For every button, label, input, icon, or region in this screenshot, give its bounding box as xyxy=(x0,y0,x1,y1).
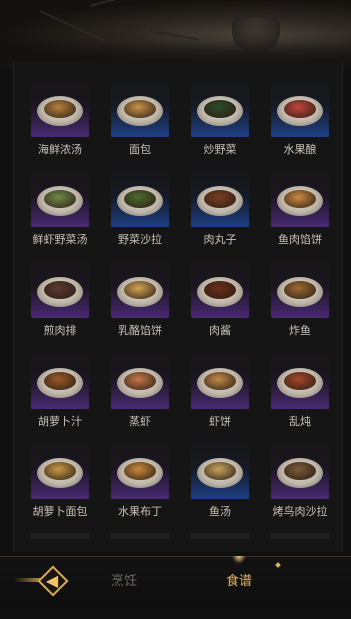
back-button-trail xyxy=(14,578,40,582)
dish-food xyxy=(124,190,156,208)
tree-branch xyxy=(39,10,104,42)
recipe-icon[interactable] xyxy=(191,261,249,318)
dish-food xyxy=(204,281,236,299)
recipe-icon[interactable] xyxy=(271,261,329,318)
dish-food xyxy=(44,190,76,208)
back-button[interactable]: ◀ xyxy=(14,565,78,597)
tab-recipe[interactable]: 食谱 xyxy=(226,570,252,594)
recipe-name: 胡萝卜汁 xyxy=(38,415,82,428)
dish-food xyxy=(204,372,236,390)
recipe-icon[interactable] xyxy=(31,261,89,318)
recipe-name: 胡萝卜面包 xyxy=(32,505,88,518)
recipe-name: 鱼肉馅饼 xyxy=(278,233,322,246)
recipe-name: 虾饼 xyxy=(209,415,231,428)
recipe-name: 煎肉排 xyxy=(43,324,77,337)
dish-food xyxy=(44,281,76,299)
recipe-icon[interactable] xyxy=(111,261,169,318)
dish-food xyxy=(284,190,316,208)
recipe-icon[interactable] xyxy=(191,352,249,409)
recipe-name: 炒野菜 xyxy=(203,143,237,156)
recipe-icon[interactable] xyxy=(271,170,329,227)
dish-food xyxy=(124,281,156,299)
recipe-icon[interactable] xyxy=(111,352,169,409)
dish-food xyxy=(204,100,236,118)
recipe-name: 蒸虾 xyxy=(129,415,151,428)
dish-food xyxy=(204,190,236,208)
back-arrow-icon: ◀ xyxy=(45,571,59,590)
dish-food xyxy=(124,462,156,480)
tab-active-indicator xyxy=(232,556,246,564)
recipe-icon[interactable] xyxy=(191,170,249,227)
dish-food xyxy=(284,100,316,118)
recipe-icon[interactable] xyxy=(111,80,169,137)
tree-branch xyxy=(89,0,149,7)
recipe-name: 水果布丁 xyxy=(118,505,162,518)
recipe-name: 肉酱 xyxy=(209,324,231,337)
recipe-icon[interactable] xyxy=(31,442,89,499)
recipe-name: 野菜沙拉 xyxy=(118,233,162,246)
recipe-name: 烤鸟肉沙拉 xyxy=(272,505,328,518)
recipe-screen: 海鲜浓汤 面包 炒野菜 水果酿鲜虾野菜汤 野菜沙拉 肉丸子 鱼肉馅饼煎肉排 乳酪馅饼 肉酱 炸鱼胡… xyxy=(0,0,351,619)
recipe-name: 肉丸子 xyxy=(203,233,237,246)
dish-food xyxy=(284,372,316,390)
recipe-icon[interactable] xyxy=(111,442,169,499)
recipe-icon[interactable] xyxy=(191,80,249,137)
tab-cook[interactable]: 烹饪 xyxy=(111,570,137,594)
recipe-name: 鱼汤 xyxy=(209,505,231,518)
dish-food xyxy=(284,462,316,480)
recipe-name: 鲜虾野菜汤 xyxy=(32,233,88,246)
dish-food xyxy=(44,100,76,118)
recipe-tile-partial[interactable] xyxy=(111,533,169,539)
recipe-tile-partial[interactable] xyxy=(271,533,329,539)
recipe-name: 面包 xyxy=(129,143,151,156)
recipe-icon[interactable] xyxy=(111,170,169,227)
recipe-name: 海鲜浓汤 xyxy=(38,143,82,156)
recipe-icon[interactable] xyxy=(31,352,89,409)
recipe-icon[interactable] xyxy=(31,170,89,227)
recipe-icon[interactable] xyxy=(191,442,249,499)
recipe-icon[interactable] xyxy=(31,80,89,137)
dish-food xyxy=(284,281,316,299)
dish-food xyxy=(204,462,236,480)
recipe-name: 乱炖 xyxy=(289,415,311,428)
dish-food xyxy=(44,372,76,390)
recipe-icon[interactable] xyxy=(271,442,329,499)
recipe-icon[interactable] xyxy=(271,80,329,137)
recipe-icon[interactable] xyxy=(271,352,329,409)
recipe-name: 炸鱼 xyxy=(289,324,311,337)
dish-food xyxy=(124,100,156,118)
recipe-tile-partial[interactable] xyxy=(31,533,89,539)
dish-food xyxy=(124,372,156,390)
dish-food xyxy=(44,462,76,480)
recipe-tile-partial[interactable] xyxy=(191,533,249,539)
recipe-name: 水果酿 xyxy=(283,143,317,156)
recipe-name: 乳酪馅饼 xyxy=(118,324,162,337)
